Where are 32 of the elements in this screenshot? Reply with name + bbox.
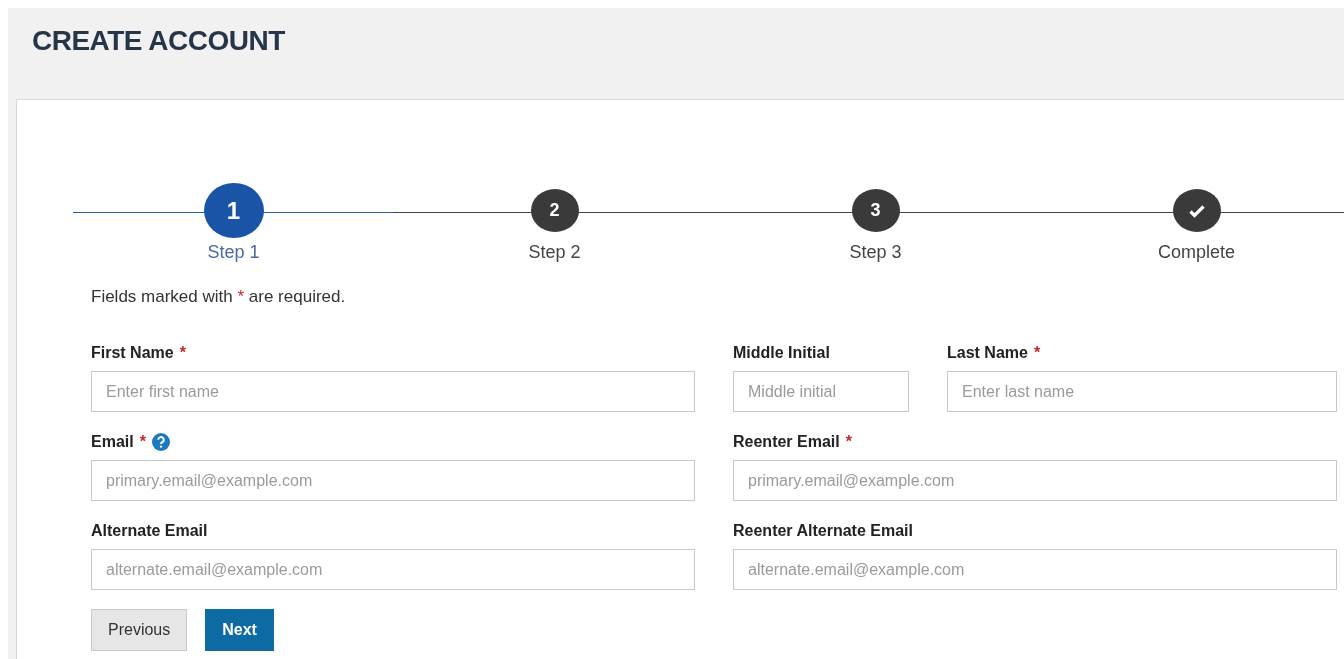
required-marker: * xyxy=(1033,344,1041,362)
check-icon xyxy=(1188,203,1205,218)
input-field[interactable]: primary.email@example.com xyxy=(733,460,1337,501)
step-circle[interactable]: 3 xyxy=(851,189,900,232)
field-label: First Name xyxy=(91,344,174,362)
required-marker: * xyxy=(139,433,146,451)
required-marker: * xyxy=(179,344,186,362)
field-label: Last Name xyxy=(947,344,1028,362)
step-label: Step 3 xyxy=(849,242,902,263)
step-label: Step 2 xyxy=(528,242,581,263)
field-label: Reenter Email xyxy=(733,433,840,451)
field-label: Middle Initial xyxy=(733,344,830,362)
step-label: Complete xyxy=(1157,242,1235,263)
input-field[interactable]: alternate.email@example.com xyxy=(733,549,1337,590)
step-circle[interactable] xyxy=(1172,189,1221,232)
next-button[interactable]: Next xyxy=(205,609,274,651)
input-field[interactable]: primary.email@example.com xyxy=(91,460,695,501)
input-field[interactable]: Enter last name xyxy=(947,371,1337,412)
input-field[interactable]: Enter first name xyxy=(91,371,695,412)
field-label: Reenter Alternate Email xyxy=(733,522,913,540)
step-circle[interactable]: 2 xyxy=(530,189,579,232)
previous-button[interactable]: Previous xyxy=(91,609,188,651)
page-title: CREATE ACCOUNT xyxy=(31,24,286,58)
input-field[interactable]: Middle initial xyxy=(733,371,909,412)
help-icon[interactable] xyxy=(151,433,170,451)
required-note: Fields marked with * are required. xyxy=(91,287,347,307)
step-circle[interactable]: 1 xyxy=(203,183,264,238)
input-field[interactable]: alternate.email@example.com xyxy=(91,549,695,590)
step-label: Step 1 xyxy=(207,242,260,263)
required-marker: * xyxy=(845,433,852,451)
field-label: Alternate Email xyxy=(91,522,208,540)
field-label: Email xyxy=(91,433,134,451)
